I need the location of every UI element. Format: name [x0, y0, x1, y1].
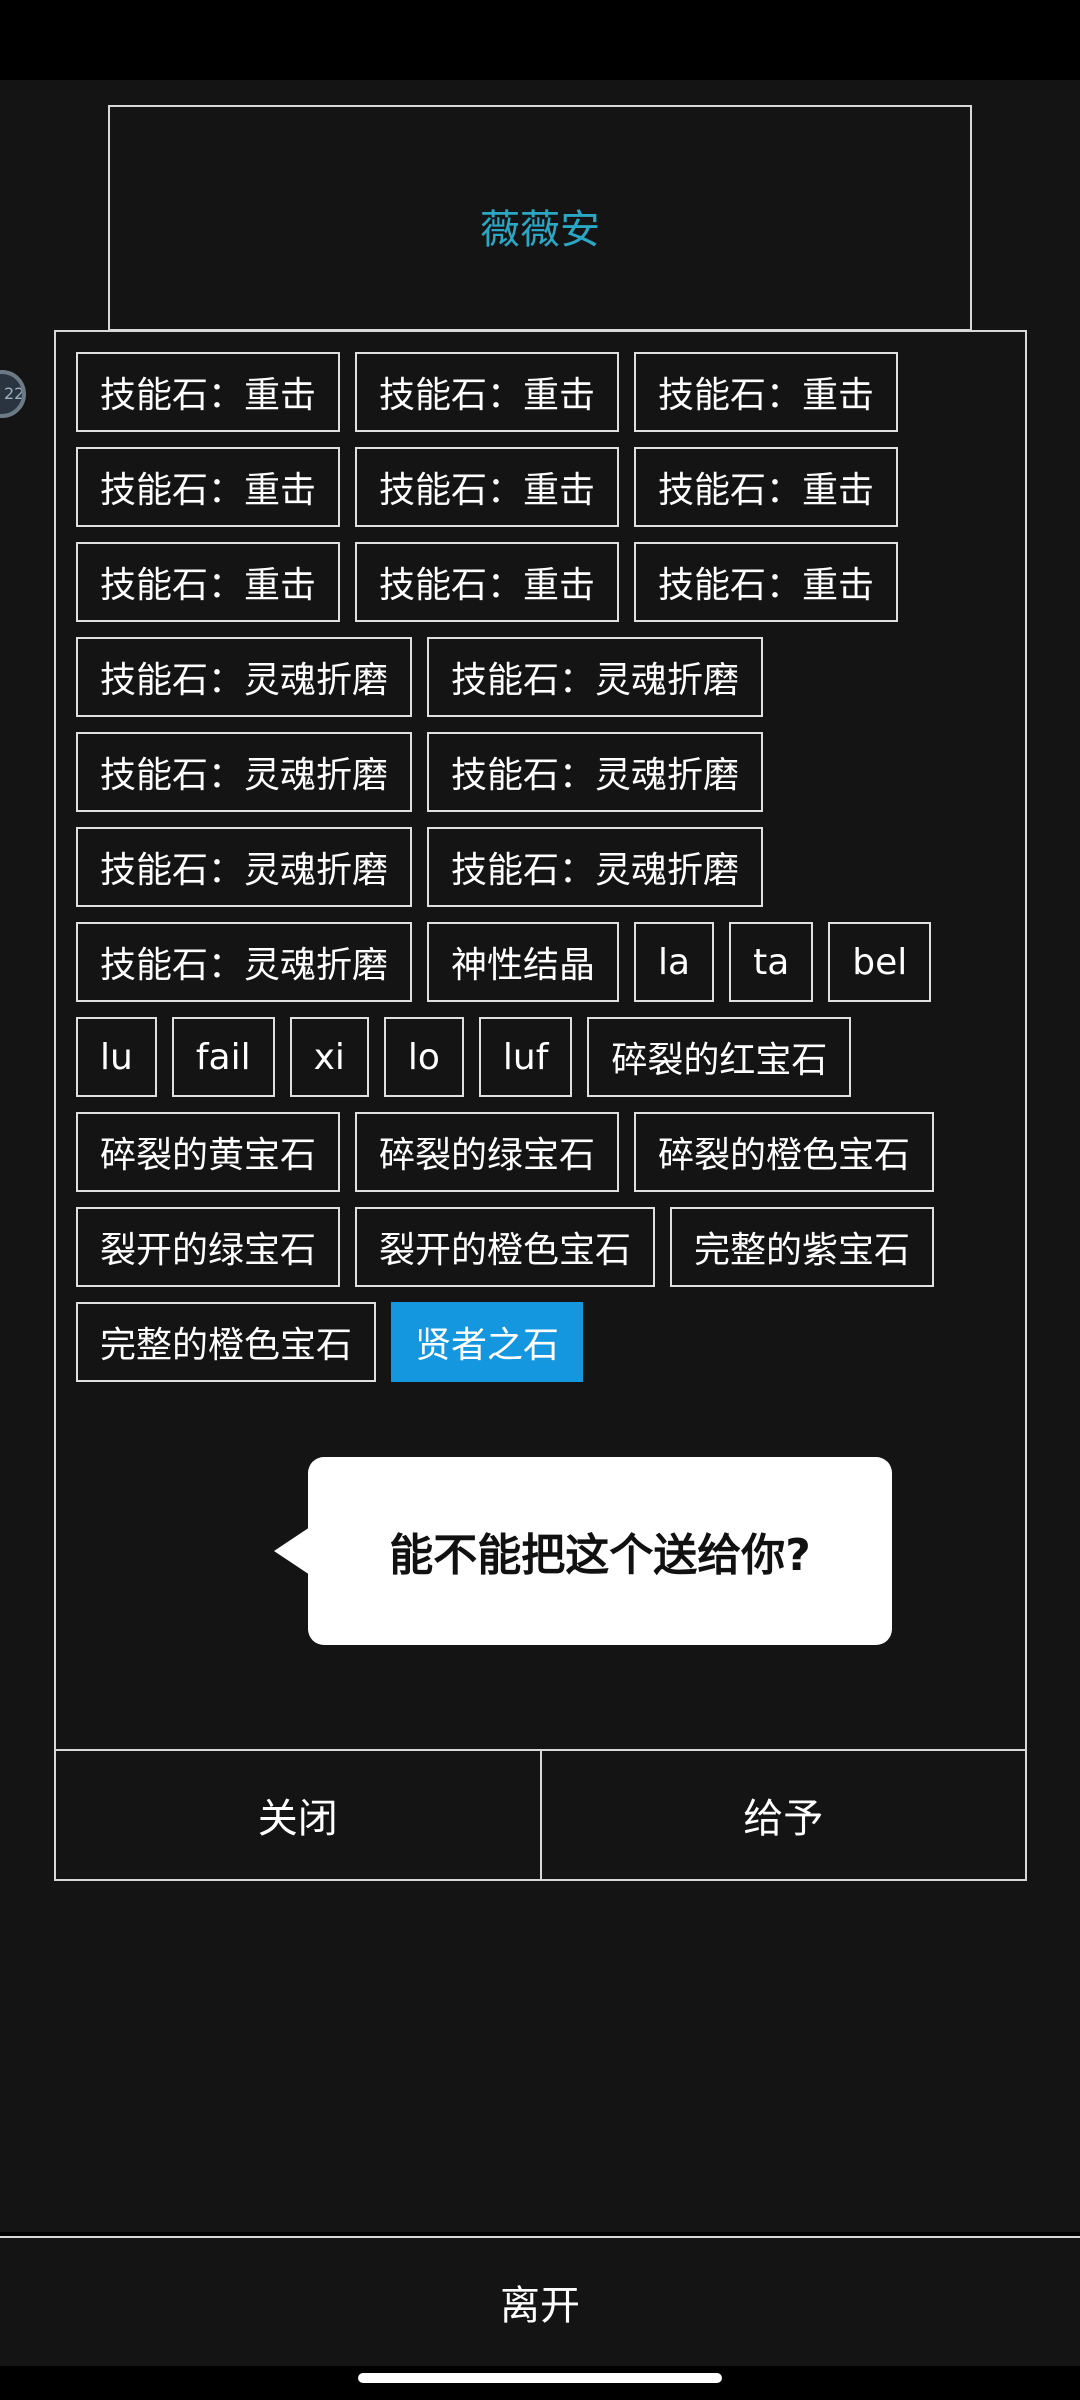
item-chip[interactable]: 技能石：重击 — [76, 352, 341, 432]
item-chip[interactable]: 裂开的绿宝石 — [76, 1207, 341, 1287]
item-chip-selected[interactable]: 贤者之石 — [391, 1302, 584, 1382]
item-chip[interactable]: 完整的紫宝石 — [670, 1207, 935, 1287]
item-chip[interactable]: 碎裂的红宝石 — [587, 1017, 852, 1097]
item-chip[interactable]: 技能石：灵魂折磨 — [76, 922, 413, 1002]
item-chip[interactable]: lu — [76, 1017, 157, 1097]
item-chip[interactable]: 技能石：重击 — [634, 447, 899, 527]
item-chip[interactable]: xi — [289, 1017, 369, 1097]
item-chip[interactable]: bel — [828, 922, 932, 1002]
dialog-text: 能不能把这个送给你? — [389, 1530, 811, 1581]
item-chip[interactable]: 裂开的橙色宝石 — [355, 1207, 656, 1287]
give-item-panel: 技能石：重击 技能石：重击 技能石：重击 技能石：重击 技能石：重击 技能石：重击 技能石：… — [54, 330, 1027, 1881]
close-button[interactable]: 关闭 — [56, 1751, 540, 1879]
item-chip[interactable]: 技能石：重击 — [76, 542, 341, 622]
speech-bubble: 能不能把这个送给你? — [308, 1457, 892, 1645]
item-chip[interactable]: 技能石：灵魂折磨 — [76, 637, 413, 717]
item-chip[interactable]: ta — [729, 922, 814, 1002]
avatar-label: 22 — [4, 384, 25, 403]
item-chip[interactable]: 碎裂的橙色宝石 — [634, 1112, 935, 1192]
item-chip[interactable]: 技能石：灵魂折磨 — [76, 827, 413, 907]
status-bar — [0, 0, 1080, 80]
item-list: 技能石：重击 技能石：重击 技能石：重击 技能石：重击 技能石：重击 技能石：重击 技能石：… — [76, 352, 1006, 1382]
item-chip[interactable]: 技能石：重击 — [76, 447, 341, 527]
item-chip[interactable]: 技能石：灵魂折磨 — [427, 827, 764, 907]
item-chip[interactable]: 技能石：灵魂折磨 — [427, 732, 764, 812]
item-chip[interactable]: 技能石：重击 — [634, 542, 899, 622]
item-chip[interactable]: la — [634, 922, 715, 1002]
item-chip[interactable]: 技能石：灵魂折磨 — [76, 732, 413, 812]
home-indicator[interactable] — [358, 2373, 722, 2383]
item-chip[interactable]: luf — [478, 1017, 573, 1097]
item-chip[interactable]: 神性结晶 — [427, 922, 620, 1002]
npc-name: 薇薇安 — [480, 207, 600, 253]
item-chip[interactable]: 碎裂的黄宝石 — [76, 1112, 341, 1192]
item-chip[interactable]: 完整的橙色宝石 — [76, 1302, 377, 1382]
leave-button[interactable]: 离开 — [0, 2236, 1080, 2366]
item-chip[interactable]: 技能石：重击 — [355, 542, 620, 622]
item-chip[interactable]: lo — [383, 1017, 464, 1097]
action-row: 关闭 给予 — [56, 1749, 1025, 1879]
item-chip[interactable]: fail — [171, 1017, 275, 1097]
item-chip[interactable]: 碎裂的绿宝石 — [355, 1112, 620, 1192]
item-chip[interactable]: 技能石：重击 — [355, 447, 620, 527]
item-chip[interactable]: 技能石：重击 — [634, 352, 899, 432]
speech-bubble-tail — [274, 1527, 310, 1575]
item-chip[interactable]: 技能石：重击 — [355, 352, 620, 432]
item-chip[interactable]: 技能石：灵魂折磨 — [427, 637, 764, 717]
give-button[interactable]: 给予 — [539, 1751, 1026, 1879]
